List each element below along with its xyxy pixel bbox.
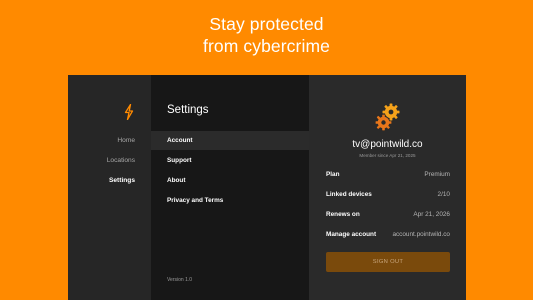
manage-account-row: Manage account account.pointwild.co	[326, 231, 450, 241]
menu-item-support-label: Support	[167, 157, 192, 164]
promo-headline: Stay protected from cybercrime	[0, 13, 533, 57]
manage-account-label: Manage account	[326, 231, 377, 238]
gears-icon	[375, 103, 400, 131]
linked-devices-label: Linked devices	[326, 191, 372, 198]
plan-value: Premium	[424, 171, 450, 178]
menu-item-support[interactable]: Support	[151, 151, 309, 170]
menu-item-account-label: Account	[167, 137, 193, 144]
side-navigation: Home Locations Settings	[68, 75, 151, 300]
renews-on-label: Renews on	[326, 211, 360, 218]
renews-on-value: Apr 21, 2026	[413, 211, 450, 218]
lightning-bolt-icon	[124, 104, 134, 120]
account-details-panel: tv@pointwild.co Member since Apr 21, 202…	[309, 75, 466, 300]
linked-devices-value: 2/10	[437, 191, 450, 198]
member-since: Member since Apr 21, 2025	[359, 153, 416, 158]
renews-on-row: Renews on Apr 21, 2026	[326, 211, 450, 221]
menu-item-about-label: About	[167, 177, 186, 184]
settings-panel: Settings Account Support About Privacy a…	[151, 75, 309, 300]
settings-title: Settings	[167, 104, 209, 116]
tv-app-screen: Home Locations Settings Settings Account…	[68, 75, 466, 300]
plan-label: Plan	[326, 171, 340, 178]
manage-account-value: account.pointwild.co	[392, 231, 450, 238]
linked-devices-row: Linked devices 2/10	[326, 191, 450, 201]
nav-item-home[interactable]: Home	[117, 137, 135, 144]
menu-item-privacy-and-terms[interactable]: Privacy and Terms	[151, 191, 309, 210]
account-email: tv@pointwild.co	[352, 139, 423, 150]
menu-item-account[interactable]: Account	[151, 131, 309, 150]
menu-item-about[interactable]: About	[151, 171, 309, 190]
plan-row: Plan Premium	[326, 171, 450, 181]
promo-headline-line-2: from cybercrime	[203, 36, 330, 56]
nav-item-settings[interactable]: Settings	[109, 177, 135, 184]
nav-item-locations[interactable]: Locations	[107, 157, 135, 164]
promo-headline-line-1: Stay protected	[209, 14, 324, 34]
version-label: Version 1.0	[167, 277, 193, 283]
menu-item-privacy-label: Privacy and Terms	[167, 197, 224, 204]
sign-out-button[interactable]: SIGN OUT	[326, 252, 450, 272]
